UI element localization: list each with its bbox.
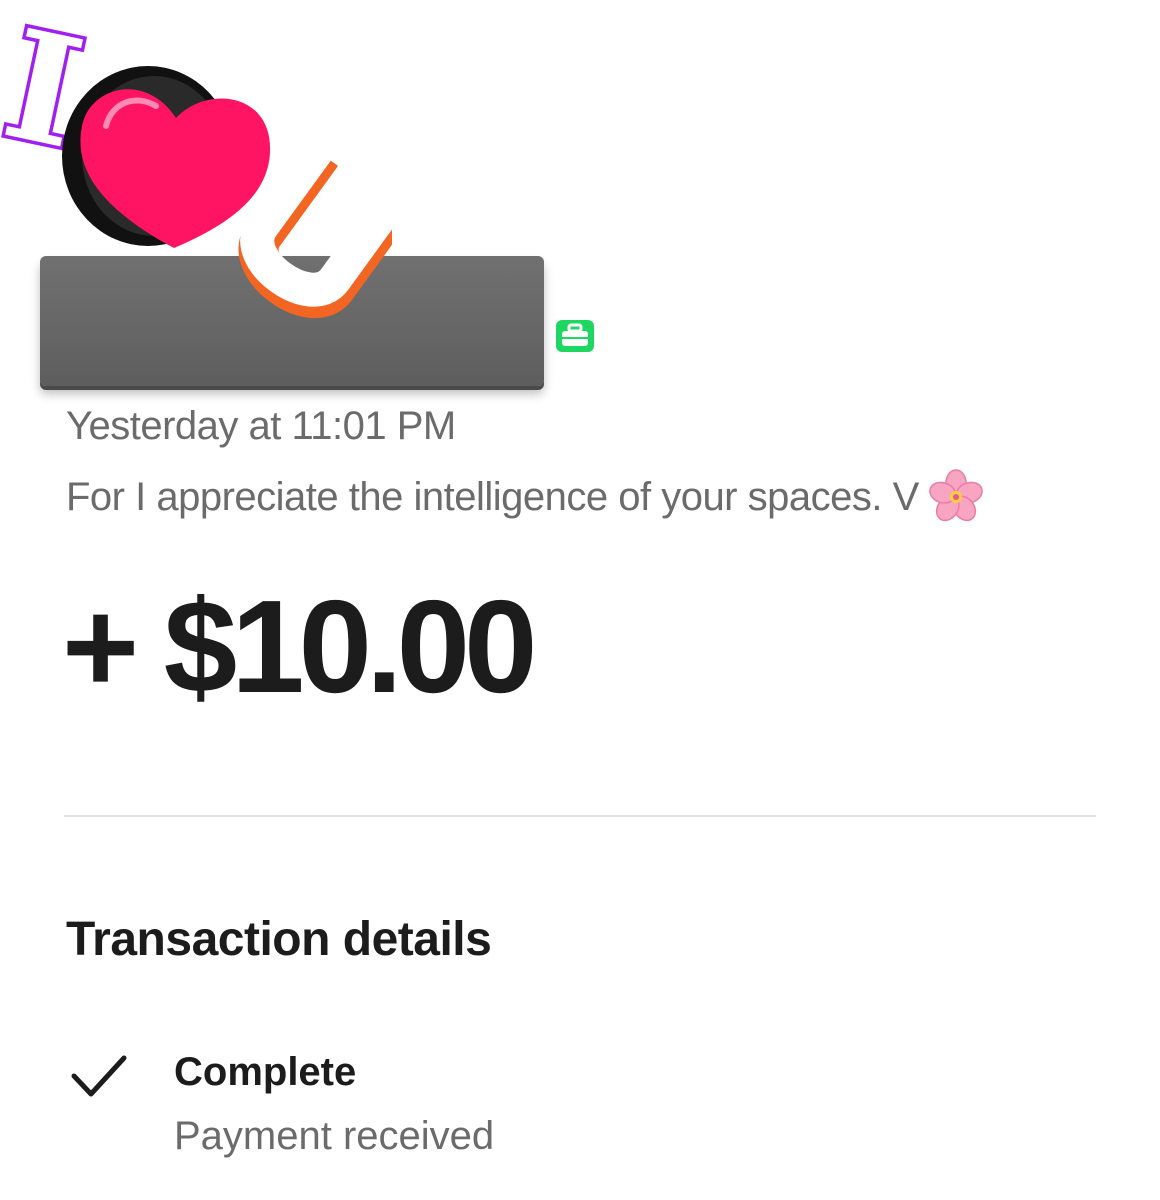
- section-divider: [64, 815, 1096, 817]
- transaction-timestamp: Yesterday at 11:01 PM: [66, 404, 456, 448]
- payment-note: For I appreciate the intelligence of you…: [66, 468, 985, 526]
- status-title: Complete: [174, 1050, 357, 1094]
- transaction-status: Complete Payment received: [70, 1048, 770, 1178]
- briefcase-icon: [556, 320, 594, 352]
- letter-u-sticker: U: [238, 156, 392, 318]
- payment-note-text: For I appreciate the intelligence of you…: [66, 474, 919, 519]
- check-icon: [71, 1055, 127, 1097]
- cherry-blossom-icon: [928, 469, 983, 522]
- transaction-details-heading: Transaction details: [66, 913, 492, 966]
- status-subtitle: Payment received: [174, 1114, 495, 1158]
- transaction-amount: + $10.00: [62, 573, 537, 720]
